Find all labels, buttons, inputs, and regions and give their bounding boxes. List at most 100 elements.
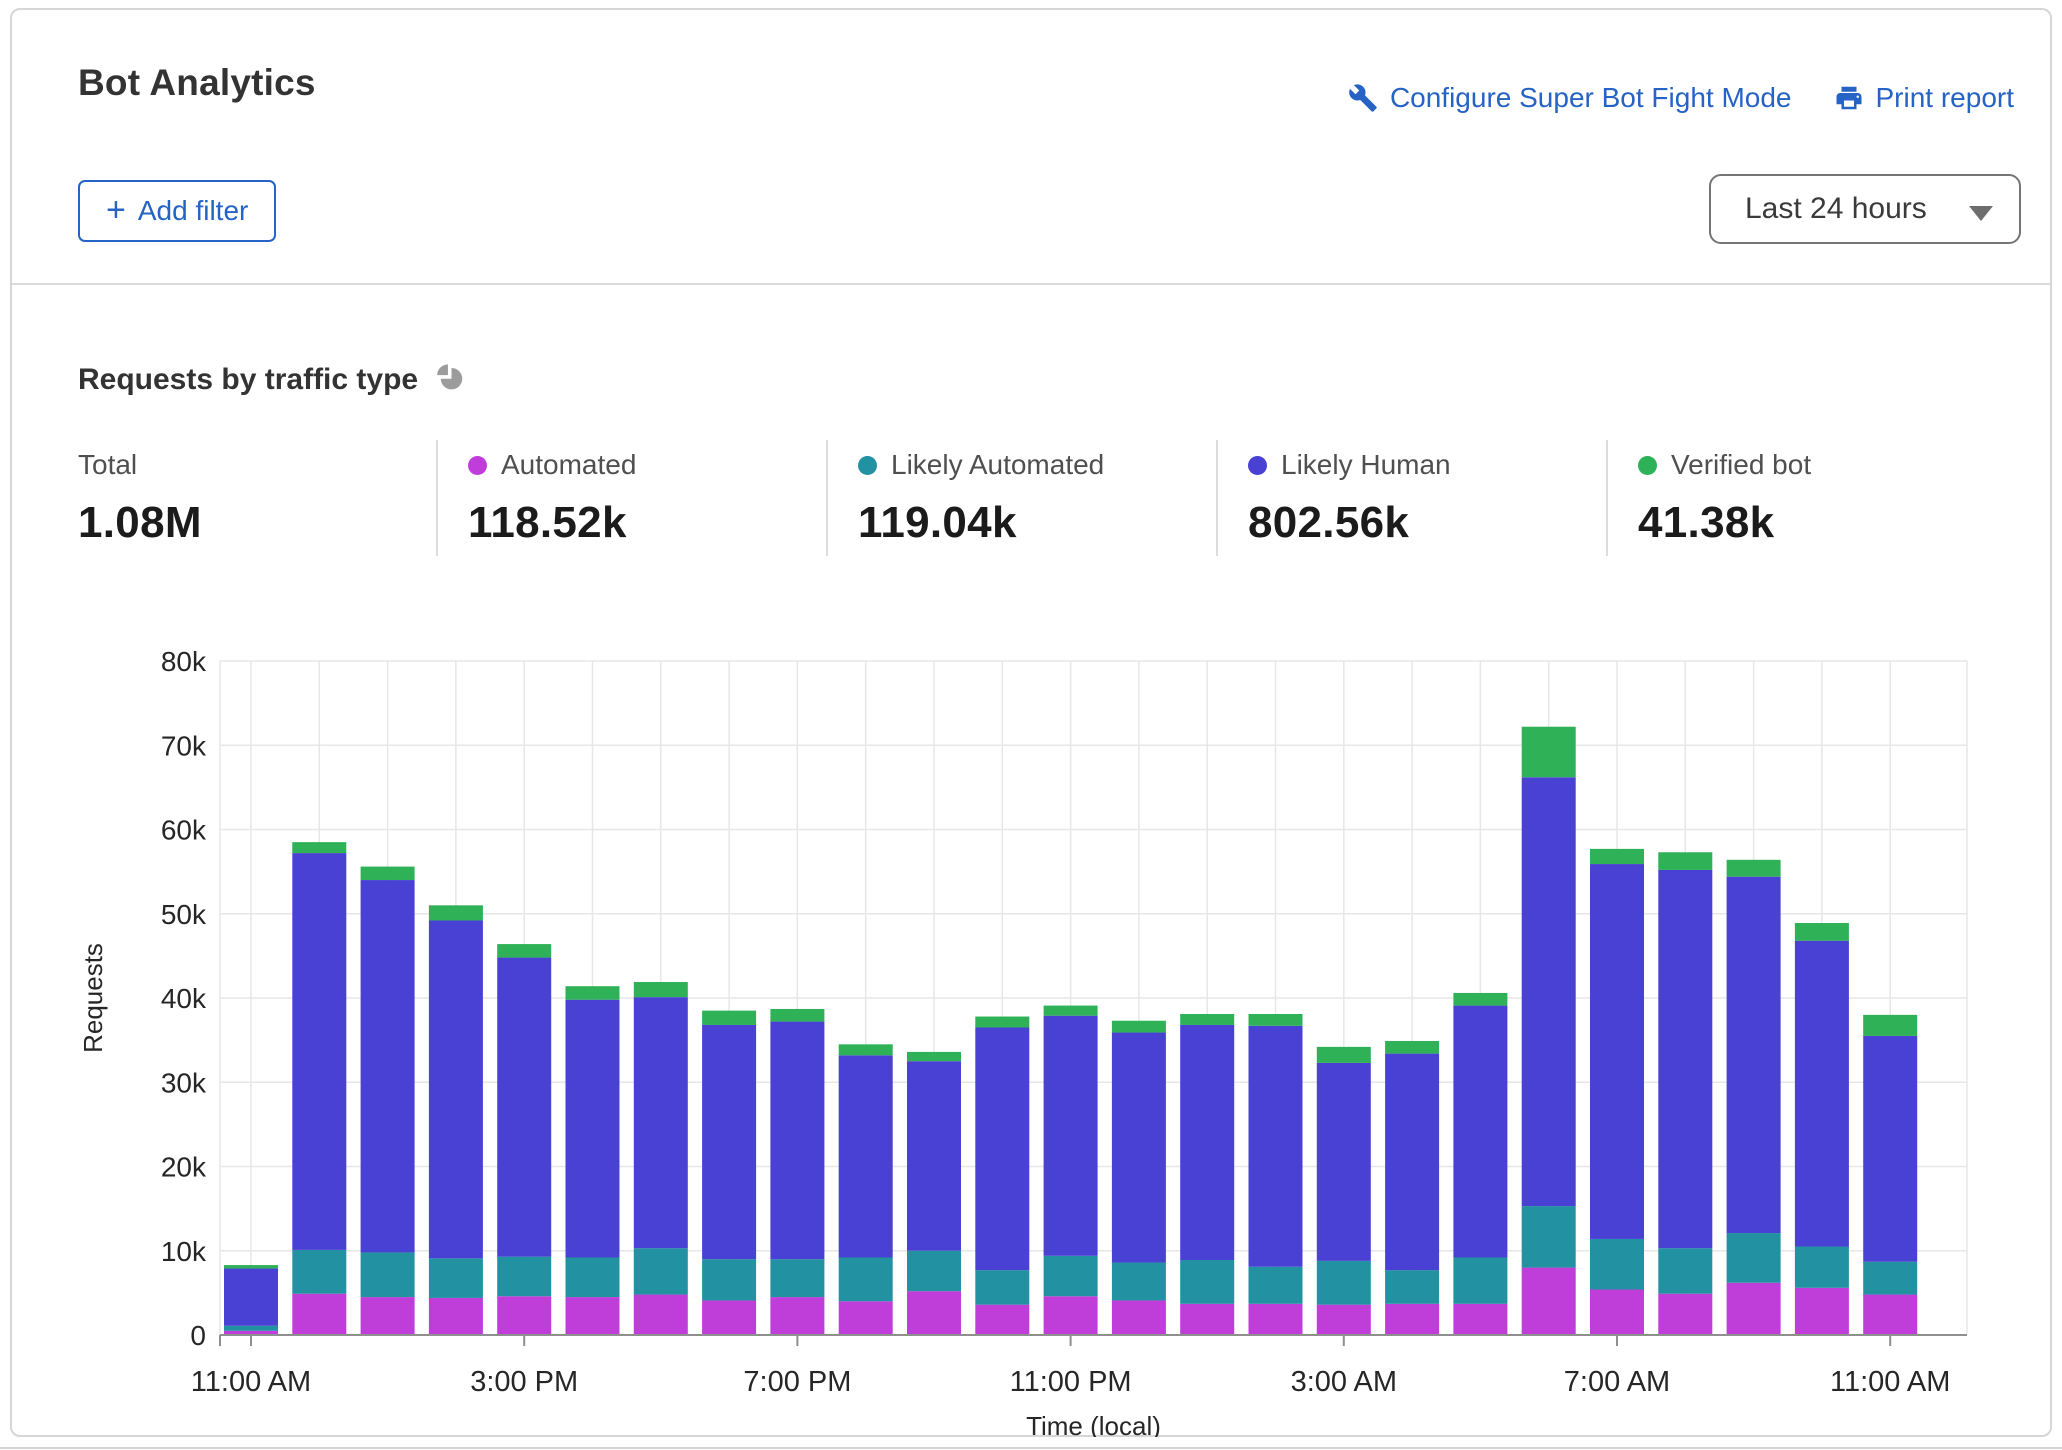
bar-segment-verified-bot: [1726, 859, 1781, 877]
time-range-dropdown[interactable]: Last 24 hours: [1709, 174, 2021, 244]
bar-segment-automated: [1726, 1282, 1781, 1335]
bar-segment-automated: [565, 1297, 620, 1335]
bar-segment-automated: [702, 1300, 757, 1335]
bar-segment-likely-automated: [1726, 1233, 1781, 1283]
stat-likely-automated-label: Likely Automated: [891, 449, 1105, 480]
y-tick-label: 40k: [161, 983, 207, 1014]
stat-verified-bot-label: Verified bot: [1671, 449, 1812, 480]
bar-segment-verified-bot: [1590, 848, 1644, 865]
bar-segment-likely-automated: [1453, 1257, 1508, 1304]
printer-icon: [1834, 83, 1864, 113]
bar-segment-likely-human: [770, 1021, 825, 1260]
bar-segment-verified-bot: [1111, 1020, 1166, 1033]
y-tick-label: 30k: [161, 1067, 207, 1098]
verified-bot-legend-dot: [1638, 455, 1657, 475]
bot-analytics-card: Bot Analytics Configure Super Bot Fight …: [10, 8, 2052, 1437]
stat-verified-bot: Verified bot 41.38k: [1606, 440, 1996, 556]
stat-total: Total 1.08M: [78, 440, 436, 556]
bar-segment-likely-automated: [907, 1250, 961, 1292]
stat-automated-value: 118.52k: [468, 498, 627, 547]
bar-segment-likely-automated: [702, 1259, 757, 1301]
bar-segment-verified-bot: [1794, 923, 1849, 941]
traffic-chart: 0 10k 20k 30k 40k 50k 60k 70k 80k 11:00 AM 3:00 PM…: [78, 646, 1968, 1437]
bar-segment-likely-human: [1521, 777, 1576, 1207]
bar-segment-likely-human: [1658, 869, 1713, 1249]
bar-segment-likely-human: [702, 1024, 757, 1260]
bar-segment-likely-human: [1726, 876, 1781, 1234]
configure-super-bot-fight-mode-link[interactable]: Configure Super Bot Fight Mode: [1348, 82, 1792, 114]
bar-segment-likely-human: [1111, 1032, 1166, 1263]
bar-segment-automated: [497, 1296, 552, 1335]
add-filter-label: Add filter: [137, 195, 249, 226]
bar-segment-automated: [770, 1297, 825, 1335]
bar-segment-automated: [1180, 1303, 1235, 1335]
bar-segment-likely-human: [1794, 940, 1849, 1247]
bar-segment-likely-human: [428, 920, 483, 1259]
add-filter-button[interactable]: + Add filter: [78, 180, 277, 242]
stat-likely-human: Likely Human 802.56k: [1216, 440, 1606, 556]
bar-segment-verified-bot: [770, 1008, 825, 1022]
bar-segment-automated: [1111, 1300, 1166, 1335]
bar-segment-verified-bot: [975, 1016, 1030, 1028]
bar-segment-verified-bot: [1316, 1046, 1371, 1063]
print-link-label: Print report: [1875, 82, 2015, 113]
bar-segment-likely-automated: [1248, 1266, 1303, 1304]
bar-segment-likely-human: [497, 957, 552, 1257]
bar-segment-verified-bot: [1521, 726, 1576, 778]
x-tick-label: 7:00 AM: [1564, 1366, 1670, 1398]
bar-segment-likely-automated: [1521, 1206, 1576, 1268]
x-tick-label: 7:00 PM: [743, 1366, 851, 1398]
stat-likely-human-value: 802.56k: [1248, 498, 1410, 547]
bar-segment-likely-automated: [360, 1252, 415, 1298]
pie-chart-icon: [436, 362, 467, 398]
bar-segment-likely-human: [1453, 1005, 1508, 1258]
y-tick-label: 50k: [161, 899, 207, 930]
bar-segment-likely-automated: [633, 1248, 688, 1295]
bar-segment-likely-human: [907, 1061, 961, 1251]
page-title: Bot Analytics: [78, 62, 316, 103]
bar-segment-likely-automated: [1794, 1246, 1849, 1288]
bar-segment-likely-human: [292, 853, 347, 1250]
bar-segment-likely-automated: [838, 1257, 893, 1302]
bar-segment-verified-bot: [428, 905, 483, 921]
bar-segment-verified-bot: [497, 944, 552, 958]
y-tick-label: 80k: [161, 646, 207, 677]
x-tick-label: 11:00 PM: [1010, 1366, 1132, 1398]
time-range-value: Last 24 hours: [1745, 192, 1927, 225]
bar-segment-likely-human: [565, 999, 620, 1258]
bar-segment-likely-automated: [1316, 1260, 1371, 1305]
bar-segment-verified-bot: [1385, 1040, 1440, 1054]
bar-segment-automated: [975, 1304, 1030, 1335]
bar-segment-automated: [1453, 1303, 1508, 1335]
stat-likely-human-label: Likely Human: [1281, 449, 1451, 480]
bar-segment-likely-automated: [497, 1256, 552, 1297]
bar-segment-verified-bot: [1180, 1014, 1235, 1025]
print-report-link[interactable]: Print report: [1834, 82, 2015, 114]
bar-segment-automated: [633, 1294, 688, 1335]
bar-segment-likely-automated: [1590, 1238, 1644, 1290]
bar-segment-likely-human: [1248, 1025, 1303, 1267]
stat-automated: Automated 118.52k: [436, 440, 826, 556]
bar-segment-likely-human: [1043, 1015, 1098, 1256]
bar-segment-verified-bot: [702, 1010, 757, 1025]
x-tick-label: 3:00 PM: [470, 1366, 578, 1398]
bar-segment-verified-bot: [907, 1051, 961, 1062]
x-tick-label: 11:00 AM: [191, 1366, 311, 1398]
stat-automated-label: Automated: [501, 449, 637, 480]
bar-segment-likely-human: [1316, 1062, 1371, 1261]
likely-human-legend-dot: [1248, 455, 1267, 475]
bar-segment-automated: [1863, 1294, 1918, 1335]
bar-segment-likely-human: [1590, 864, 1644, 1239]
x-tick-label: 11:00 AM: [1830, 1366, 1950, 1398]
bar-segment-likely-automated: [1111, 1262, 1166, 1301]
bar-segment-likely-automated: [224, 1325, 278, 1331]
bar-segment-likely-human: [1385, 1053, 1440, 1271]
stat-total-label: Total: [78, 449, 138, 480]
bar-segment-automated: [360, 1297, 415, 1335]
configure-link-label: Configure Super Bot Fight Mode: [1389, 82, 1792, 113]
section-heading-row: Requests by traffic type: [78, 362, 467, 398]
automated-legend-dot: [468, 455, 487, 475]
bar-segment-verified-bot: [1043, 1005, 1098, 1016]
y-tick-label: 0: [190, 1320, 206, 1351]
bar-segment-verified-bot: [1453, 992, 1508, 1006]
